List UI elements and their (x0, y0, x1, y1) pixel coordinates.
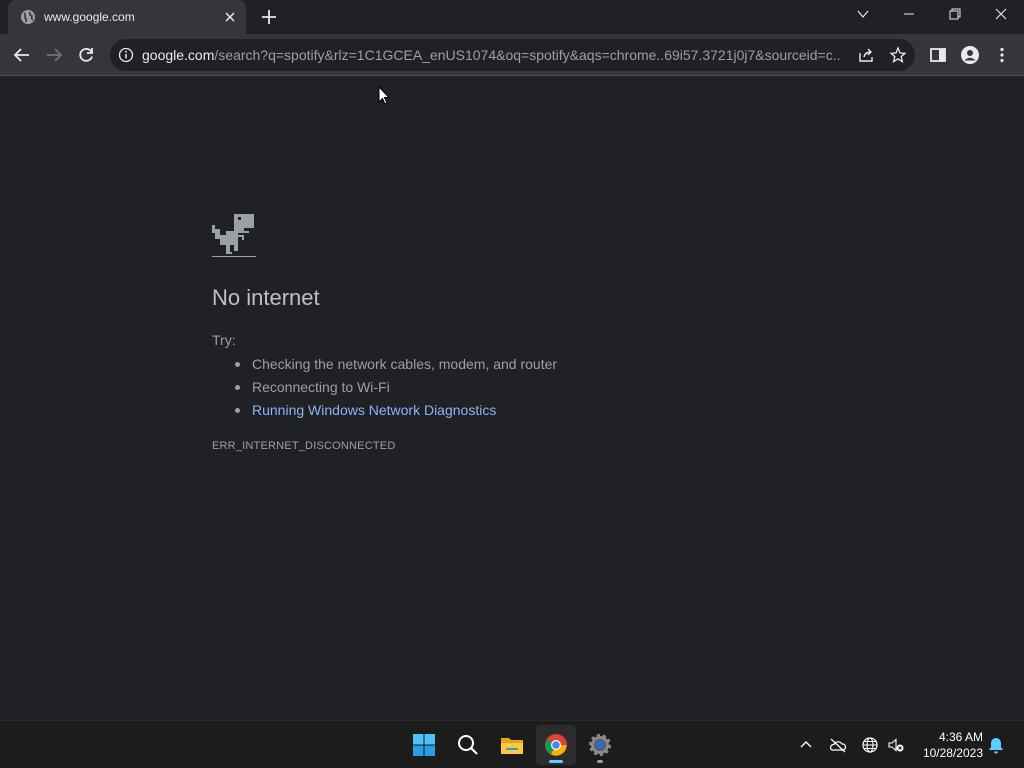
back-button[interactable] (12, 45, 32, 65)
window-close-button[interactable] (978, 0, 1024, 30)
browser-toolbar: google.com/search?q=spotify&rlz=1C1GCEA_… (0, 34, 1024, 76)
chrome-taskbar-button[interactable] (536, 725, 576, 765)
tab-title: www.google.com (44, 10, 135, 24)
suggestion-text: Reconnecting to Wi-Fi (252, 379, 390, 395)
tab-strip: www.google.com (0, 0, 1024, 34)
close-icon (995, 8, 1007, 20)
list-item: Reconnecting to Wi-Fi (232, 377, 557, 400)
chevron-down-icon (857, 10, 869, 18)
chevron-up-icon (800, 741, 812, 748)
bell-icon (989, 738, 1003, 754)
onedrive-offline-icon[interactable] (829, 736, 847, 754)
minimize-icon (904, 13, 914, 15)
share-icon[interactable] (857, 46, 875, 64)
active-indicator (549, 760, 563, 763)
list-item: Running Windows Network Diagnostics (232, 400, 557, 423)
arrow-left-icon (13, 48, 29, 62)
dinosaur-icon[interactable] (212, 213, 256, 259)
bookmark-star-icon[interactable] (889, 46, 907, 64)
globe-icon (20, 9, 36, 25)
profile-button[interactable] (960, 45, 980, 65)
reload-icon (79, 47, 93, 62)
side-panel-icon (930, 48, 946, 62)
url-path: /search?q=spotify&rlz=1C1GCEA_enUS1074&o… (214, 47, 842, 63)
mouse-cursor-icon (378, 85, 391, 111)
kebab-menu-icon (1000, 47, 1004, 63)
list-item: Checking the network cables, modem, and … (232, 354, 557, 377)
profile-icon (961, 46, 979, 64)
restore-button[interactable] (932, 0, 978, 30)
start-icon (413, 734, 435, 756)
running-indicator (597, 760, 603, 763)
url-host: google.com (142, 47, 215, 63)
network-globe-icon[interactable] (861, 736, 879, 754)
browser-tab[interactable]: www.google.com (8, 0, 246, 34)
volume-muted-icon[interactable] (887, 736, 905, 754)
error-page: No internet Try: Checking the network ca… (0, 77, 1024, 720)
network-diagnostics-link[interactable]: Running Windows Network Diagnostics (252, 402, 496, 418)
search-icon (458, 735, 478, 755)
chrome-icon (545, 734, 567, 756)
settings-icon (589, 734, 611, 756)
suggestion-list: Checking the network cables, modem, and … (232, 354, 557, 423)
address-bar[interactable]: google.com/search?q=spotify&rlz=1C1GCEA_… (110, 39, 915, 71)
arrow-right-icon (47, 48, 63, 62)
error-code: ERR_INTERNET_DISCONNECTED (212, 440, 396, 452)
try-label: Try: (212, 332, 236, 348)
forward-button[interactable] (44, 45, 64, 65)
side-panel-button[interactable] (928, 45, 948, 65)
minimize-button[interactable] (886, 0, 932, 30)
clock-date: 10/28/2023 (922, 746, 983, 760)
taskbar: 4:36 AM 10/28/2023 (0, 720, 1024, 768)
reload-button[interactable] (76, 45, 96, 65)
menu-button[interactable] (992, 45, 1012, 65)
start-button[interactable] (404, 725, 444, 765)
system-clock[interactable]: 4:36 AM 10/28/2023 (913, 729, 983, 761)
file-explorer-icon (501, 738, 523, 754)
new-tab-button[interactable] (259, 7, 279, 27)
clock-time: 4:36 AM (938, 730, 983, 744)
page-title: No internet (212, 285, 320, 310)
suggestion-text: Checking the network cables, modem, and … (252, 356, 558, 372)
url-text[interactable]: google.com/search?q=spotify&rlz=1C1GCEA_… (142, 47, 842, 63)
file-explorer-button[interactable] (492, 725, 532, 765)
restore-icon (949, 8, 961, 20)
notifications-button[interactable] (987, 736, 1005, 754)
tab-search-button[interactable] (840, 0, 886, 30)
tab-close-icon[interactable] (222, 9, 238, 25)
taskbar-search-button[interactable] (448, 725, 488, 765)
site-info-icon[interactable] (118, 47, 134, 63)
settings-taskbar-button[interactable] (580, 725, 620, 765)
show-hidden-icons-button[interactable] (797, 736, 815, 754)
